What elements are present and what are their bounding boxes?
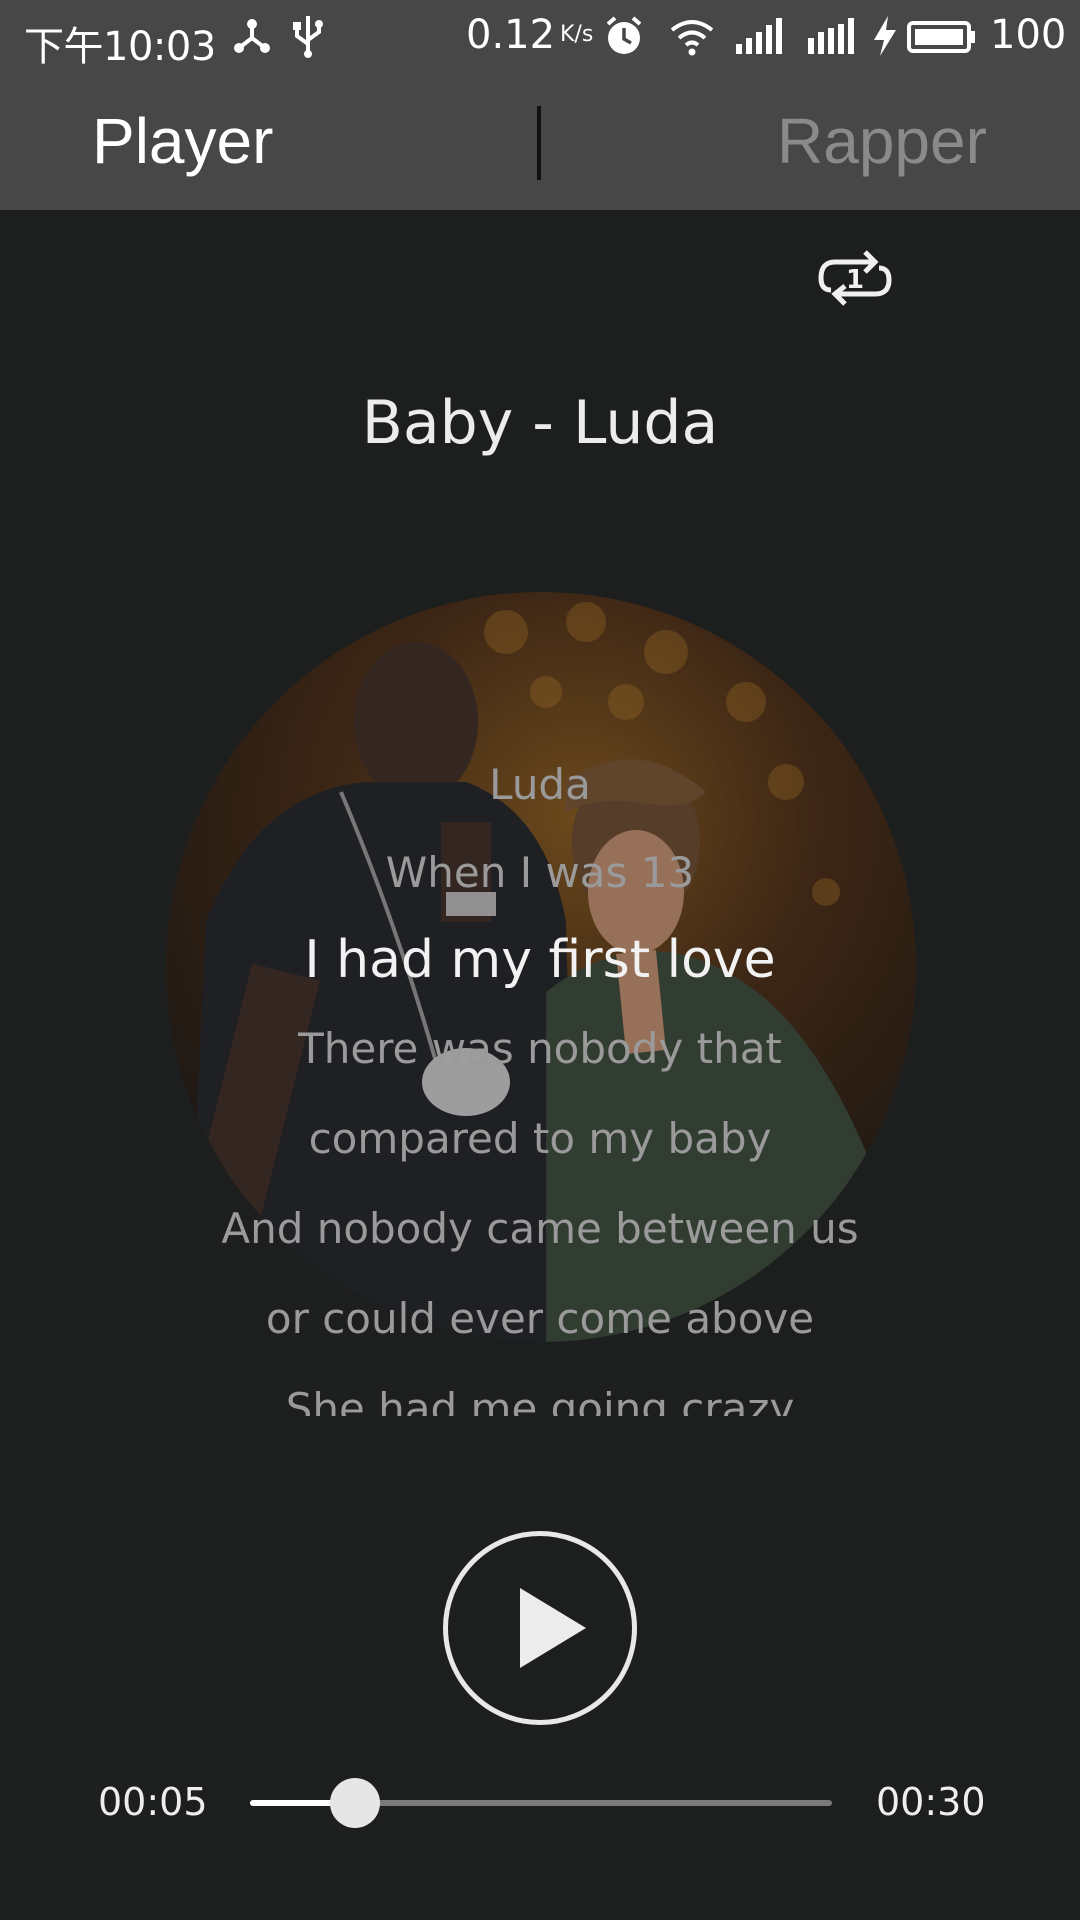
share-icon [230,14,274,58]
lyric-line: She had me going crazy [285,1384,795,1416]
battery-level: 100 [990,12,1067,58]
alarm-icon [602,14,646,58]
seek-bar[interactable] [250,1778,832,1828]
net-speed: 0.12 [466,12,556,58]
lyric-line: compared to my baby [308,1114,772,1163]
total-time: 00:30 [876,1780,986,1824]
signal-4g-icon [806,14,854,58]
lyrics-panel[interactable]: Luda When I was 13 I had my first love T… [0,740,1080,1416]
seek-bar-thumb[interactable] [329,1778,380,1828]
tab-divider [537,106,541,180]
lyric-line: or could ever come above [265,1294,815,1343]
lyric-line: And nobody came between us [221,1204,859,1253]
net-speed-unit: K/s [560,22,594,47]
tab-player[interactable]: Player [92,104,273,178]
song-title: Baby - Luda [361,388,719,458]
repeat-one-icon: 1 [818,250,892,306]
lyric-line: Luda [489,760,591,809]
lyric-line-current: I had my first love [304,930,776,990]
tab-rapper[interactable]: Rapper [777,104,987,178]
status-bar: 下午10:03 0.12 K/s 100 [0,0,1080,74]
repeat-mode: 1 [846,265,864,295]
play-button[interactable] [443,1531,637,1725]
battery-icon [906,14,975,58]
current-time: 00:05 [98,1780,208,1824]
play-icon [520,1588,586,1668]
usb-icon [286,14,330,58]
lyric-line: There was nobody that [298,1024,782,1073]
status-time: 下午10:03 [24,24,216,70]
repeat-one-button[interactable]: 1 [815,242,895,314]
tab-bar: Player Rapper [0,74,1080,210]
wifi-icon [668,14,714,58]
signal-icon [734,14,782,58]
lyric-line: When I was 13 [385,848,695,897]
